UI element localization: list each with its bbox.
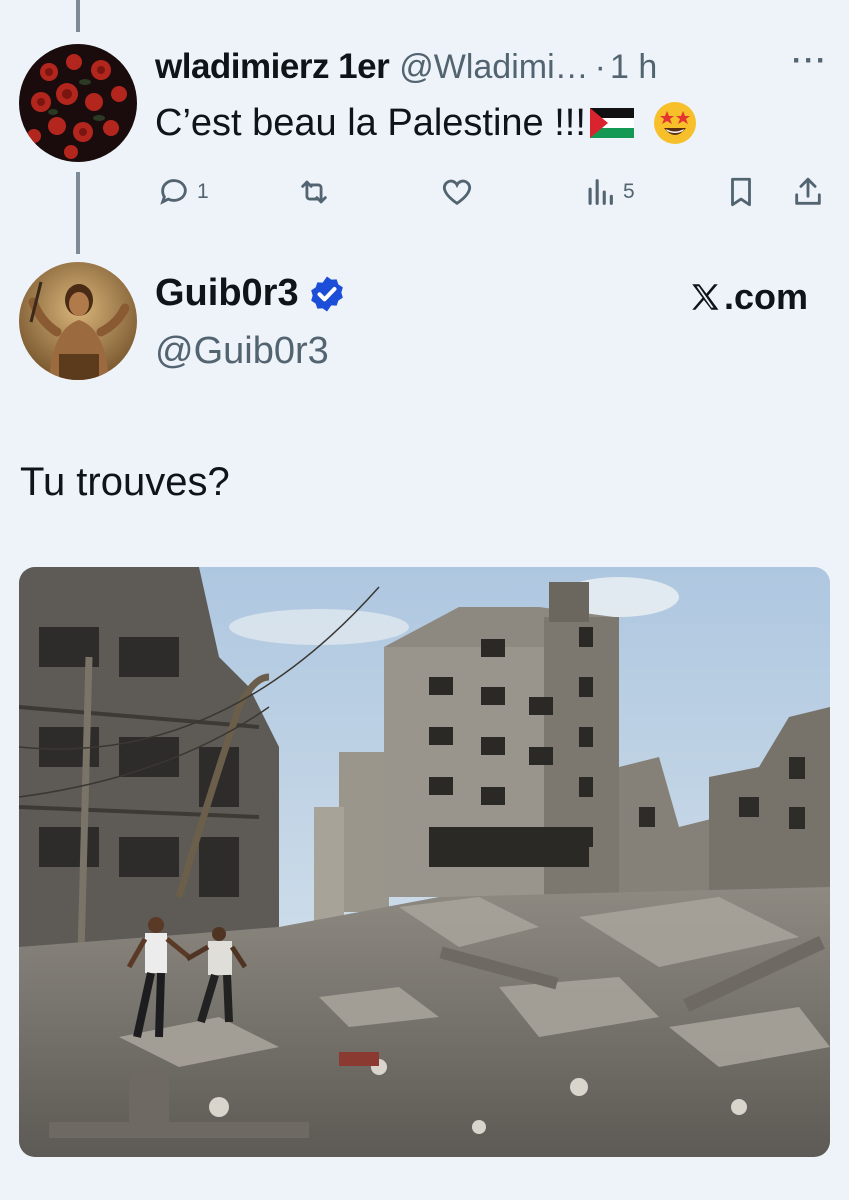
reply-text-content: C’est beau la Palestine !!! [155, 101, 586, 144]
reply-action-bar: 1 5 [0, 172, 849, 212]
share-icon [795, 177, 821, 205]
quote-text: Tu trouves? [20, 460, 230, 504]
reply-separator: · [594, 47, 606, 86]
analytics-icon [588, 179, 613, 205]
reply-timestamp[interactable]: 1 h [610, 48, 657, 87]
reply-handle[interactable]: @Wladimi… [399, 48, 588, 87]
verified-badge-icon [310, 276, 343, 311]
post-photo[interactable] [19, 567, 830, 1157]
source-link[interactable]: .com [688, 276, 808, 318]
reply-avatar[interactable] [19, 44, 137, 162]
comment-icon [160, 179, 187, 205]
quote-display-name-text: Guib0r3 [155, 272, 299, 314]
quote-avatar[interactable] [19, 262, 137, 380]
palestine-flag-icon [589, 108, 634, 138]
reply-display-name[interactable]: wladimierz 1er [155, 47, 390, 87]
like-button[interactable] [440, 172, 474, 212]
views-count: 5 [623, 180, 635, 203]
reply-button[interactable]: 1 [157, 172, 209, 212]
bookmark-button[interactable] [724, 172, 758, 212]
bookmark-icon [731, 177, 751, 207]
source-link-text: .com [724, 276, 809, 317]
views-button[interactable]: 5 [583, 172, 635, 212]
repost-button[interactable] [297, 172, 331, 212]
heart-icon [442, 179, 472, 206]
star-struck-emoji-icon [653, 102, 696, 144]
x-logo-icon [692, 284, 719, 310]
repost-icon [301, 180, 327, 204]
reply-text: C’est beau la Palestine !!! [155, 100, 698, 146]
quote-handle[interactable]: @Guib0r3 [155, 330, 329, 373]
thread-line-top [76, 0, 80, 32]
share-button[interactable] [791, 172, 825, 212]
reply-header: wladimierz 1er @Wladimi… · 1 h [155, 44, 825, 90]
quote-display-name[interactable]: Guib0r3 [155, 272, 347, 315]
reply-count: 1 [197, 180, 209, 203]
more-options-icon[interactable]: ··· [792, 44, 828, 78]
